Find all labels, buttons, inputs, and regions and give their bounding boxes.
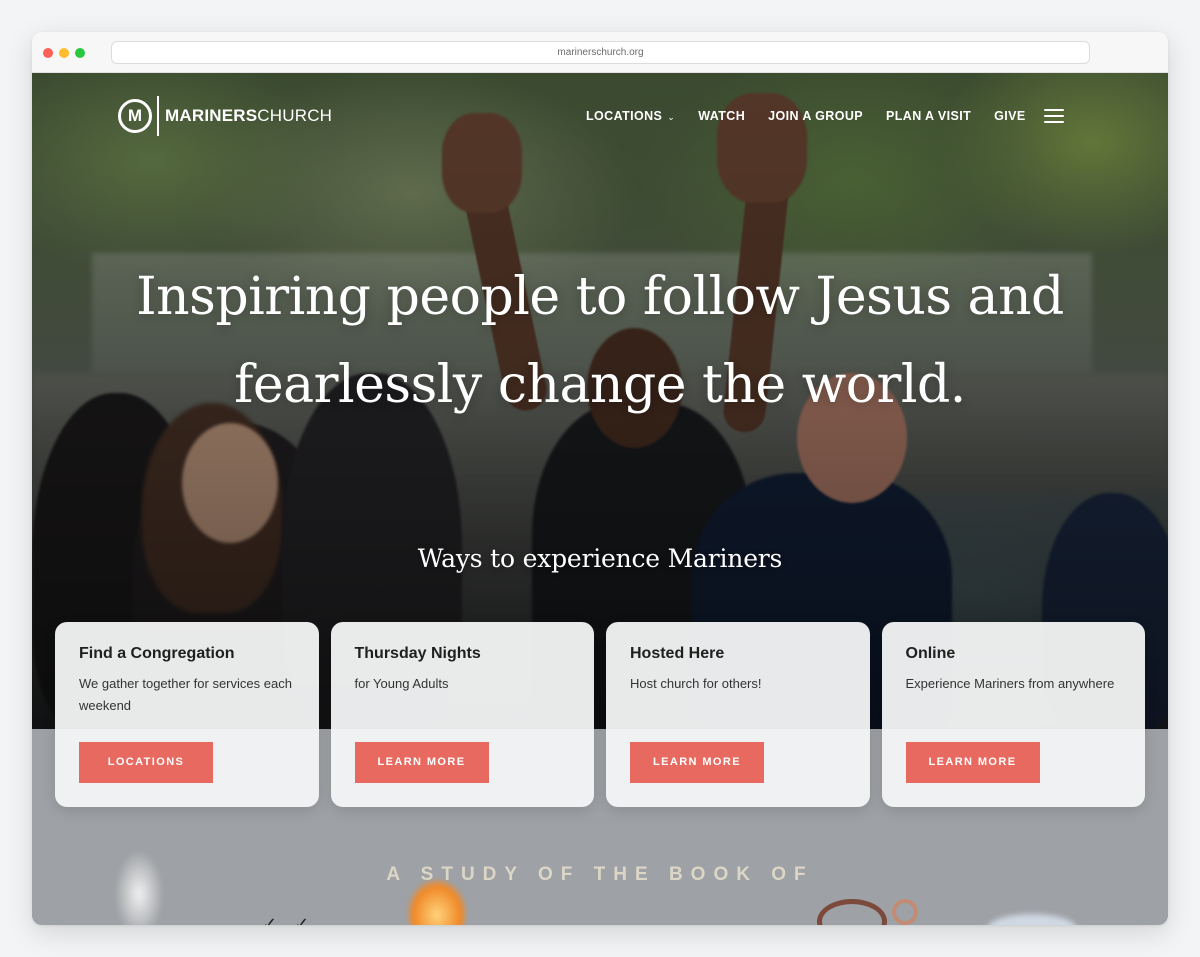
learn-more-button[interactable]: LEARN MORE	[630, 742, 764, 783]
card-thursday-nights: Thursday Nights for Young Adults LEARN M…	[330, 622, 594, 807]
card-hosted-here: Hosted Here Host church for others! LEAR…	[606, 622, 870, 807]
browser-window: marinerschurch.org M MARINERSCHURCH LOCA…	[32, 32, 1168, 925]
browser-toolbar: marinerschurch.org	[32, 32, 1168, 73]
study-art-birds: ✓ ✓	[262, 914, 316, 925]
ways-to-experience-heading: Ways to experience Mariners	[417, 544, 783, 573]
card-description: We gather together for services each wee…	[79, 676, 292, 713]
card-title: Thursday Nights	[354, 645, 481, 662]
learn-more-button[interactable]: LEARN MORE	[354, 742, 489, 783]
hero-headline-line1: Inspiring people to follow Jesus and	[136, 267, 1064, 327]
study-art-ring	[892, 899, 918, 925]
card-online: Online Experience Mariners from anywhere…	[881, 622, 1145, 807]
study-art-smoke	[114, 849, 164, 925]
logo-wordmark-light: CHURCH	[257, 106, 333, 125]
study-art-glow	[987, 914, 1077, 925]
nav-plan-a-visit[interactable]: PLAN A VISIT	[886, 109, 971, 123]
logo-divider	[157, 96, 159, 136]
experience-cards: Find a Congregation We gather together f…	[55, 622, 1145, 807]
study-heading: A STUDY OF THE BOOK OF	[386, 864, 814, 885]
chevron-down-icon: ⌄	[667, 112, 676, 122]
card-title: Online	[905, 645, 956, 662]
hero-headline: Inspiring people to follow Jesus and fea…	[32, 253, 1168, 429]
card-description: Host church for others!	[630, 676, 762, 691]
close-window-button[interactable]	[43, 48, 53, 58]
nav-watch[interactable]: WATCH	[698, 109, 745, 123]
hero-headline-line2: fearlessly change the world.	[234, 355, 966, 415]
nav-join-a-group[interactable]: JOIN A GROUP	[768, 109, 863, 123]
address-bar[interactable]: marinerschurch.org	[111, 41, 1090, 64]
main-nav: LOCATIONS ⌄ WATCH JOIN A GROUP PLAN A VIS…	[586, 109, 1064, 123]
logo-wordmark-bold: MARINERS	[165, 106, 258, 125]
page-viewport: M MARINERSCHURCH LOCATIONS ⌄ WATCH JOIN A…	[32, 73, 1168, 925]
card-title: Hosted Here	[630, 645, 725, 662]
card-description: Experience Mariners from anywhere	[905, 676, 1115, 691]
card-description: for Young Adults	[354, 676, 449, 691]
nav-locations[interactable]: LOCATIONS ⌄	[586, 109, 675, 123]
card-find-a-congregation: Find a Congregation We gather together f…	[55, 622, 319, 807]
logo-wordmark: MARINERSCHURCH	[165, 106, 332, 126]
nav-give[interactable]: GIVE	[994, 109, 1025, 123]
card-title: Find a Congregation	[79, 645, 235, 662]
maximize-window-button[interactable]	[75, 48, 85, 58]
nav-locations-label: LOCATIONS	[586, 109, 663, 123]
minimize-window-button[interactable]	[59, 48, 69, 58]
mariners-logo-link[interactable]: M MARINERSCHURCH	[118, 95, 332, 137]
learn-more-button[interactable]: LEARN MORE	[905, 742, 1040, 783]
mariners-logo-icon: M	[118, 99, 152, 133]
study-art-ring	[817, 899, 887, 925]
hamburger-menu-icon[interactable]	[1043, 109, 1064, 123]
locations-button[interactable]: LOCATIONS	[79, 742, 213, 783]
